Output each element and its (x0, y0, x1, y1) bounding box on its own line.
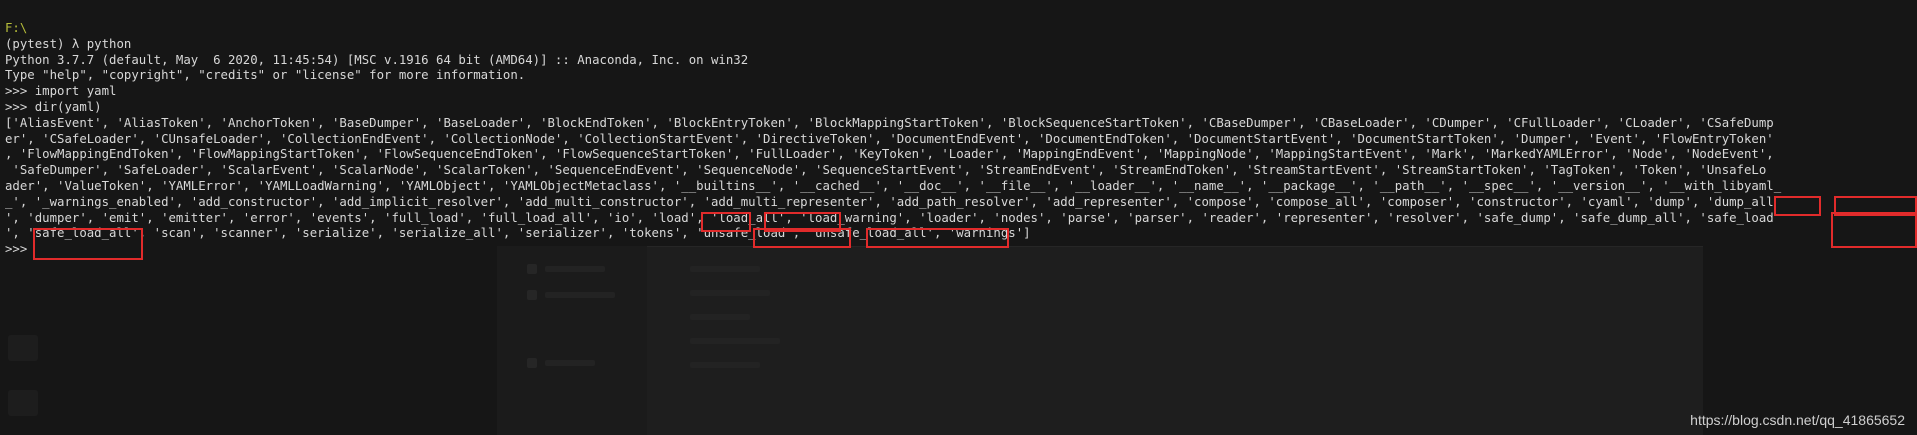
desktop-icon (8, 390, 38, 416)
command-line: (pytest) λ python (5, 36, 132, 51)
repl-output-line: ader', 'ValueToken', 'YAMLError', 'YAMLL… (5, 178, 1782, 193)
background-text (690, 290, 770, 296)
background-folder-icon (527, 264, 537, 274)
repl-input-line: >>> dir(yaml) (5, 99, 102, 114)
background-text (690, 314, 750, 320)
background-text (545, 292, 615, 298)
desktop-icon (8, 335, 38, 361)
background-folder-icon (527, 358, 537, 368)
repl-output-line: er', 'CSafeLoader', 'CUnsafeLoader', 'Co… (5, 131, 1774, 146)
background-text (690, 362, 760, 368)
repl-output-line: ', 'safe_load_all', 'scan', 'scanner', '… (5, 226, 1031, 241)
background-folder-icon (527, 290, 537, 300)
background-text (545, 266, 605, 272)
terminal-window[interactable]: F:\ (pytest) λ python Python 3.7.7 (defa… (0, 0, 1917, 435)
background-window (497, 246, 1703, 435)
background-text (545, 360, 595, 366)
repl-output-line: _', '_warnings_enabled', 'add_constructo… (5, 194, 1774, 209)
watermark-url: https://blog.csdn.net/qq_41865652 (1690, 412, 1905, 429)
background-text (690, 266, 760, 272)
repl-output-line: , 'FlowMappingEndToken', 'FlowMappingSta… (5, 147, 1774, 162)
repl-input-line: >>> import yaml (5, 84, 117, 99)
background-text (690, 338, 780, 344)
python-help-hint: Type "help", "copyright", "credits" or "… (5, 68, 526, 83)
repl-prompt[interactable]: >>> (5, 242, 1913, 258)
repl-output-line: ['AliasEvent', 'AliasToken', 'AnchorToke… (5, 115, 1774, 130)
background-window-sidebar (497, 246, 647, 435)
repl-output-line: 'SafeDumper', 'SafeLoader', 'ScalarEvent… (5, 163, 1767, 178)
python-version-banner: Python 3.7.7 (default, May 6 2020, 11:45… (5, 52, 749, 67)
repl-output-line: ', 'dumper', 'emit', 'emitter', 'error',… (5, 210, 1774, 225)
terminal-output: F:\ (pytest) λ python Python 3.7.7 (defa… (5, 21, 1913, 258)
current-directory: F:\ (5, 21, 28, 35)
